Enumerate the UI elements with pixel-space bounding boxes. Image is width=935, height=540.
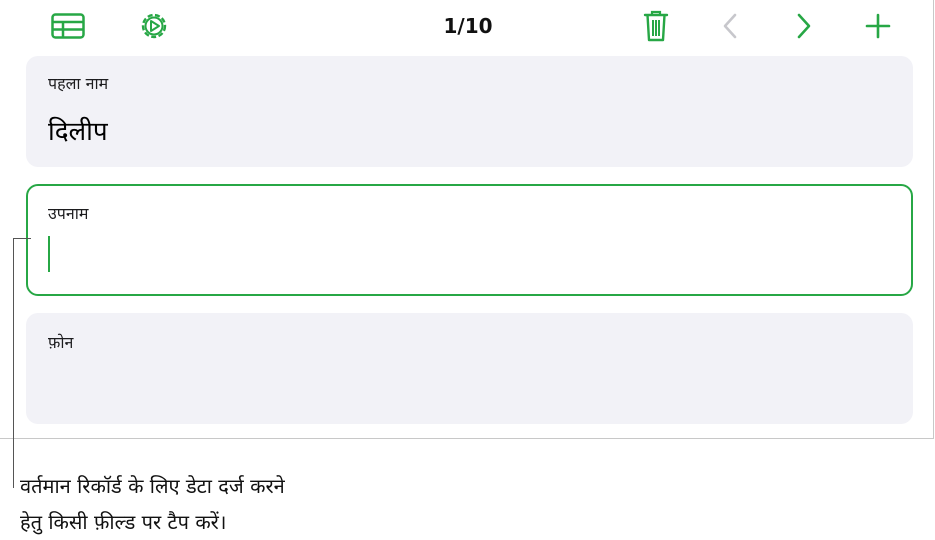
callout-text: वर्तमान रिकॉर्ड के लिए डेटा दर्ज करने हे…: [20, 468, 285, 540]
callout-line-2: हेतु किसी फ़ील्ड पर टैप करें।: [20, 510, 227, 534]
toolbar: 1/10: [0, 0, 934, 52]
chevron-right-icon[interactable]: [786, 8, 822, 44]
trash-icon[interactable]: [638, 8, 674, 44]
field-label: पहला नाम: [48, 74, 109, 93]
text-caret: [48, 236, 50, 272]
last-name-field[interactable]: उपनाम: [26, 184, 913, 296]
field-label: फ़ोन: [48, 333, 74, 352]
phone-field[interactable]: फ़ोन: [26, 313, 913, 424]
first-name-field[interactable]: पहला नाम दिलीप: [26, 56, 913, 167]
field-value: दिलीप: [48, 117, 108, 147]
callout-line-1: वर्तमान रिकॉर्ड के लिए डेटा दर्ज करने: [20, 474, 285, 498]
callout-leader-tick: [13, 238, 31, 239]
record-form-screen: 1/10 पहला नाम दिलीप उपनाम फ़ोन: [0, 0, 934, 439]
table-icon[interactable]: [48, 8, 88, 44]
chevron-left-icon[interactable]: [712, 8, 748, 44]
callout-leader-line: [13, 238, 14, 488]
plus-icon[interactable]: [860, 8, 896, 44]
settings-icon[interactable]: [134, 8, 174, 44]
record-counter: 1/10: [443, 14, 493, 38]
field-label: उपनाम: [48, 204, 89, 223]
